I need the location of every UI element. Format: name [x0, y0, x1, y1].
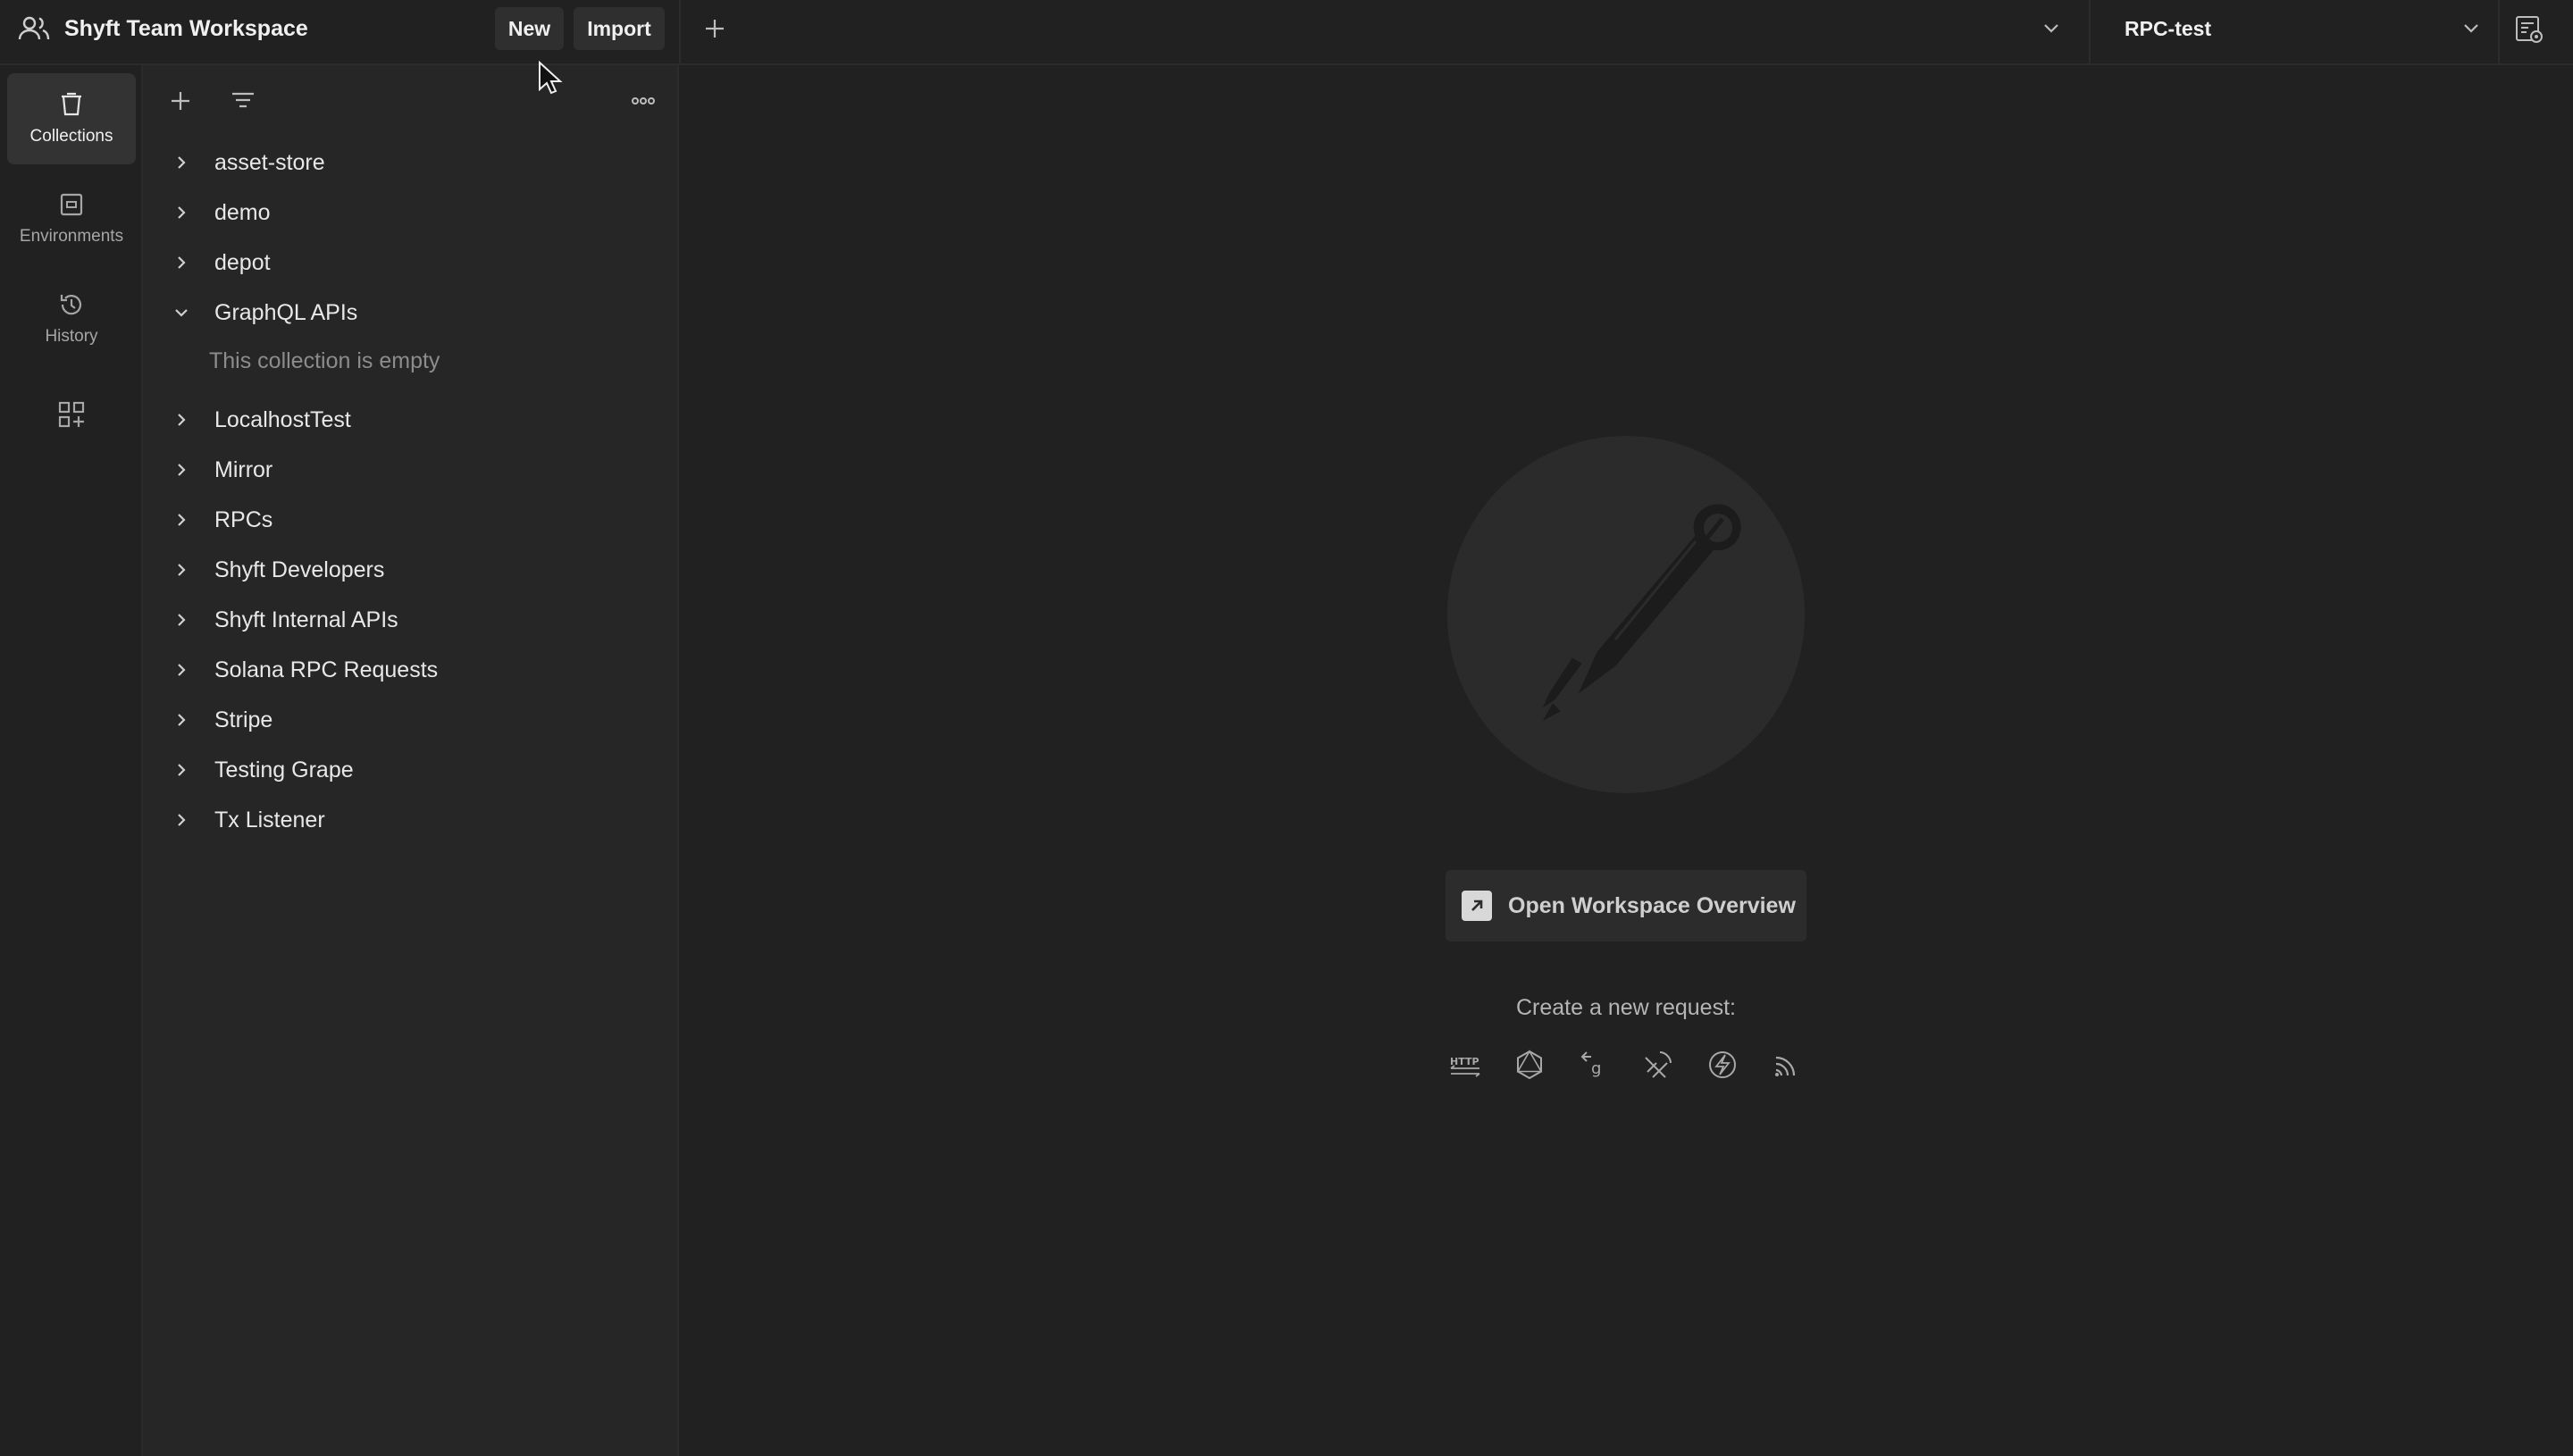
left-rail: Collections Environments History — [0, 65, 143, 1456]
more-options-icon[interactable] — [627, 85, 659, 117]
team-icon — [18, 15, 50, 42]
collection-item[interactable]: Stripe — [170, 695, 661, 745]
collection-name: Testing Grape — [214, 757, 354, 782]
empty-collection-text: This collection is empty — [209, 348, 440, 373]
http-icon[interactable]: HTTP — [1447, 1047, 1483, 1083]
collection-item[interactable]: Shyft Developers — [170, 545, 661, 595]
collection-item[interactable]: Testing Grape — [170, 745, 661, 795]
svg-text:g: g — [1591, 1059, 1601, 1078]
collection-item[interactable]: Mirror — [170, 445, 661, 495]
chevron-right-icon[interactable] — [170, 808, 193, 832]
grid-plus-icon — [57, 400, 86, 429]
rail-label: Environments — [19, 227, 124, 246]
collection-item[interactable]: Tx Listener — [170, 795, 661, 845]
filter-icon[interactable] — [227, 85, 259, 117]
collections-icon — [58, 91, 85, 118]
tabs-chevron-down-icon[interactable] — [2039, 16, 2064, 41]
collection-item[interactable]: demo — [170, 188, 661, 238]
chevron-right-icon[interactable] — [170, 758, 193, 782]
graphql-icon[interactable] — [1512, 1047, 1547, 1083]
add-collection-plus-icon[interactable] — [164, 85, 197, 117]
astronaut-pen-icon — [1542, 504, 1741, 722]
chevron-down-icon — [2459, 16, 2484, 41]
overview-label: Open Workspace Overview — [1508, 892, 1796, 918]
collections-sidebar: asset-store demo depot GraphQL APIs This col… — [143, 65, 679, 1456]
rail-label: History — [45, 327, 98, 346]
top-bar: Shyft Team Workspace New Import RPC-test — [0, 0, 2573, 65]
new-button[interactable]: New — [495, 7, 564, 50]
create-request-label: Create a new request: — [1516, 995, 1736, 1020]
rail-item-history[interactable]: History — [7, 273, 136, 364]
collection-name: Mirror — [214, 456, 273, 482]
import-button[interactable]: Import — [574, 7, 665, 50]
chevron-right-icon[interactable] — [170, 608, 193, 632]
postman-logo-illustration — [1447, 436, 1805, 793]
chevron-right-icon[interactable] — [170, 708, 193, 732]
collection-name: RPCs — [214, 506, 273, 532]
environment-quick-look-icon[interactable] — [2514, 14, 2544, 45]
collection-name: depot — [214, 249, 271, 275]
chevron-right-icon[interactable] — [170, 251, 193, 274]
collection-item[interactable]: LocalhostTest — [170, 395, 661, 445]
chevron-right-icon[interactable] — [170, 508, 193, 531]
chevron-right-icon[interactable] — [170, 201, 193, 224]
environment-selector[interactable]: RPC-test — [2091, 0, 2484, 57]
mqtt-icon[interactable] — [1769, 1047, 1805, 1083]
rail-item-collections[interactable]: Collections — [7, 73, 136, 164]
socketio-icon[interactable] — [1705, 1047, 1740, 1083]
request-type-icons: HTTP g — [1447, 1047, 1805, 1083]
collection-item[interactable]: GraphQL APIs — [170, 288, 661, 338]
collection-name: Solana RPC Requests — [214, 657, 439, 682]
chevron-right-icon[interactable] — [170, 458, 193, 481]
workspace-title[interactable]: Shyft Team Workspace — [18, 0, 308, 57]
chevron-right-icon[interactable] — [170, 408, 193, 431]
mouse-cursor-icon — [538, 60, 563, 101]
environments-icon — [58, 191, 85, 218]
collection-item[interactable]: RPCs — [170, 495, 661, 545]
collection-item[interactable]: Shyft Internal APIs — [170, 595, 661, 645]
environment-label: RPC-test — [2125, 16, 2212, 40]
chevron-right-icon[interactable] — [170, 558, 193, 582]
collection-name: Shyft Developers — [214, 556, 385, 582]
chevron-right-icon[interactable] — [170, 658, 193, 682]
collection-item[interactable]: Solana RPC Requests — [170, 645, 661, 695]
collection-name: Stripe — [214, 707, 273, 732]
websocket-icon[interactable] — [1640, 1047, 1676, 1083]
history-icon — [58, 291, 85, 318]
collection-name: LocalhostTest — [214, 406, 351, 432]
collection-name: Shyft Internal APIs — [214, 607, 398, 632]
rail-item-environments[interactable]: Environments — [7, 173, 136, 264]
open-workspace-overview-button[interactable]: Open Workspace Overview — [1446, 870, 1806, 941]
collection-name: demo — [214, 199, 271, 225]
collection-item[interactable]: depot — [170, 238, 661, 288]
collection-name: Tx Listener — [214, 807, 325, 833]
collection-name: asset-store — [214, 149, 325, 175]
workspace-name: Shyft Team Workspace — [64, 15, 308, 41]
collection-item[interactable]: asset-store — [170, 138, 661, 188]
rail-label: Collections — [29, 127, 113, 146]
grpc-icon[interactable]: g — [1576, 1047, 1612, 1083]
collection-name: GraphQL APIs — [214, 299, 358, 325]
divider — [2498, 0, 2500, 65]
rail-configure-workbench[interactable] — [7, 383, 136, 446]
divider — [679, 0, 681, 65]
chevron-right-icon[interactable] — [170, 151, 193, 174]
chevron-down-icon[interactable] — [170, 301, 193, 324]
external-link-icon — [1462, 891, 1492, 921]
new-tab-plus-icon[interactable] — [699, 13, 731, 45]
